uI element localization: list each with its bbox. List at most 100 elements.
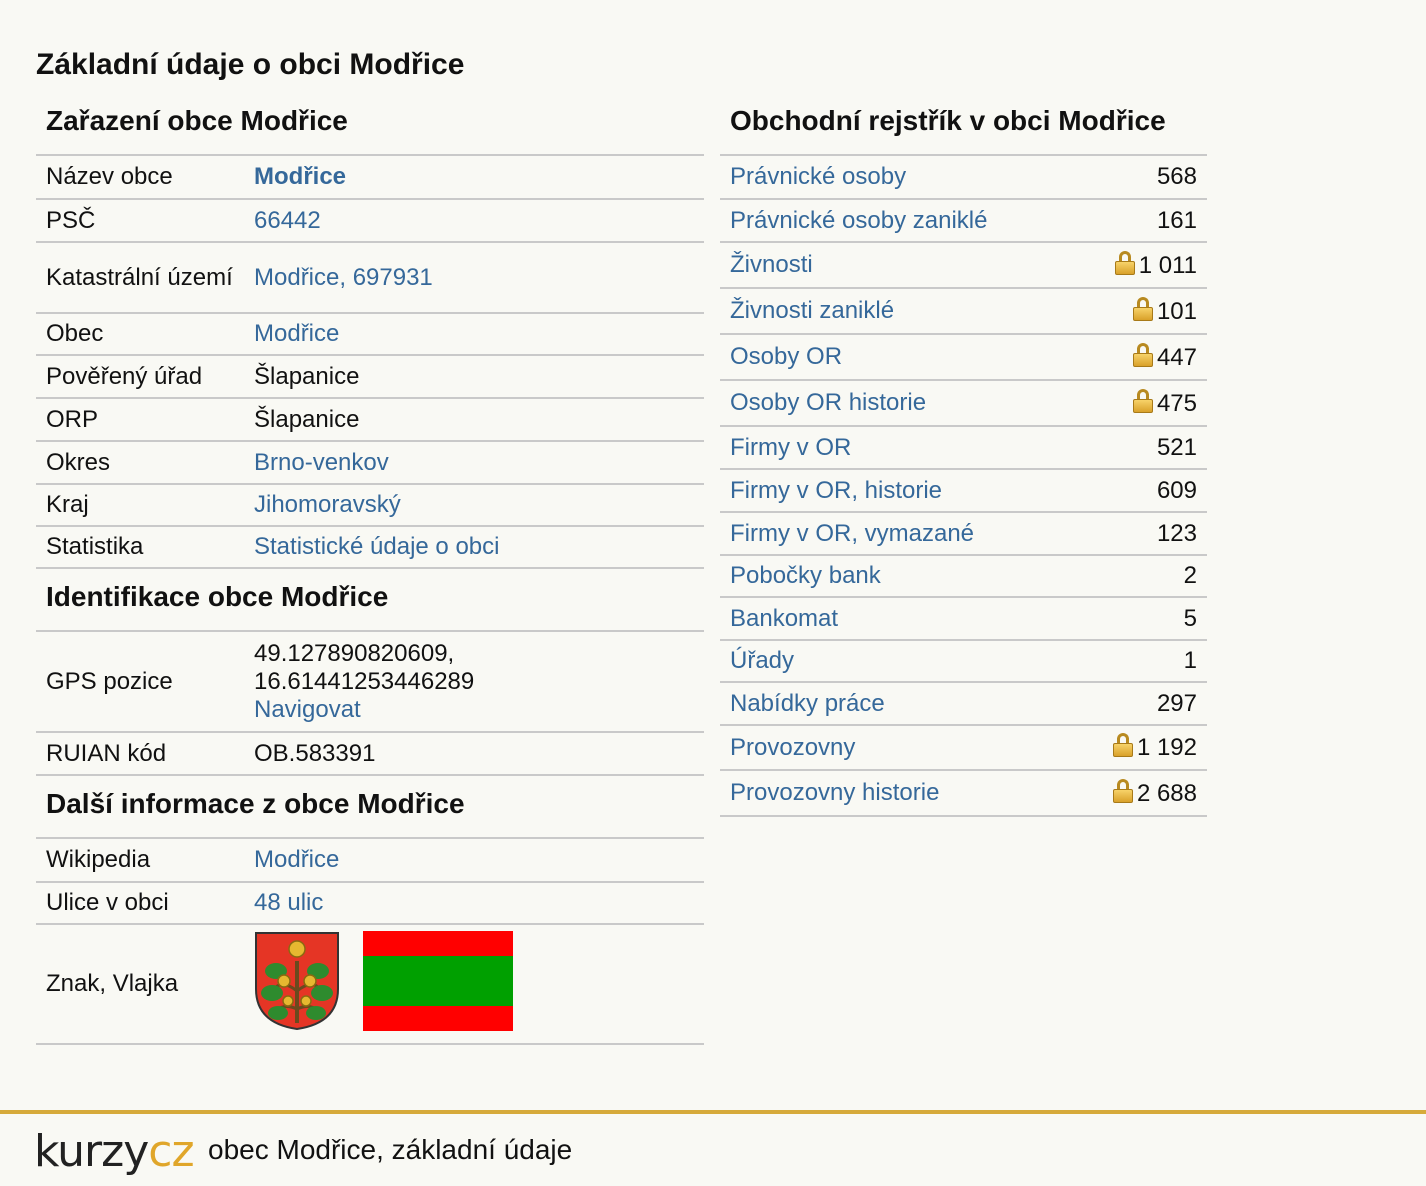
table-row: Pověřený úřad Šlapanice bbox=[36, 355, 704, 399]
page-title: Základní údaje o obci Modřice bbox=[36, 48, 465, 81]
flag-icon[interactable] bbox=[362, 930, 513, 1038]
register-link[interactable]: Bankomat bbox=[730, 605, 838, 632]
register-link[interactable]: Provozovny bbox=[730, 734, 855, 761]
row-label: Ulice v obci bbox=[36, 882, 244, 925]
register-link[interactable]: Živnosti zaniklé bbox=[730, 297, 894, 324]
footer-caption: obec Modřice, základní údaje bbox=[208, 1134, 573, 1165]
row-label: Okres bbox=[36, 441, 244, 485]
register-count: 5 bbox=[1183, 604, 1197, 632]
table-row: Živnosti 1 011 bbox=[720, 242, 1207, 289]
table-row: Právnické osoby zaniklé 161 bbox=[720, 199, 1207, 243]
lock-icon bbox=[1112, 778, 1133, 803]
table-row: Osoby OR historie 475 bbox=[720, 380, 1207, 427]
register-count: 297 bbox=[1156, 689, 1197, 717]
section-title-zarazeni: Zařazení obce Modřice bbox=[36, 100, 704, 156]
register-count: 447 bbox=[1156, 343, 1197, 371]
region-link[interactable]: Jihomoravský bbox=[254, 491, 401, 518]
table-row: Název obce Modřice bbox=[36, 156, 704, 200]
register-link[interactable]: Osoby OR historie bbox=[730, 389, 926, 416]
table-row: ORP Šlapanice bbox=[36, 398, 704, 442]
table-row: Kraj Jihomoravský bbox=[36, 484, 704, 527]
cadastral-area-link[interactable]: Modřice, 697931 bbox=[254, 264, 433, 291]
table-row: Ulice v obci 48 ulic bbox=[36, 882, 704, 925]
wikipedia-link[interactable]: Modřice bbox=[254, 846, 339, 873]
table-row: Provozovny 1 192 bbox=[720, 725, 1207, 771]
table-row: Firmy v OR, historie 609 bbox=[720, 469, 1207, 513]
register-link[interactable]: Právnické osoby zaniklé bbox=[730, 207, 987, 234]
row-label: Katastrální území bbox=[36, 242, 244, 314]
gps-coordinates: 49.127890820609, 16.61441253446289 bbox=[254, 639, 475, 695]
register-link[interactable]: Úřady bbox=[730, 647, 794, 674]
table-row: Živnosti zaniklé 101 bbox=[720, 288, 1207, 335]
register-count: 1 011 bbox=[1138, 251, 1197, 279]
table-row: Obec Modřice bbox=[36, 313, 704, 356]
register-link[interactable]: Firmy v OR, vymazané bbox=[730, 520, 974, 547]
row-label: Statistika bbox=[36, 526, 244, 569]
identifikace-table: GPS pozice 49.127890820609, 16.614412534… bbox=[36, 632, 704, 776]
row-label: PSČ bbox=[36, 199, 244, 243]
municipality-link[interactable]: Modřice bbox=[254, 320, 339, 347]
register-count: 609 bbox=[1156, 476, 1197, 504]
register-link[interactable]: Živnosti bbox=[730, 251, 813, 278]
row-label: RUIAN kód bbox=[36, 732, 244, 776]
district-link[interactable]: Brno-venkov bbox=[254, 449, 389, 476]
orp-value: Šlapanice bbox=[244, 398, 704, 442]
streets-link[interactable]: 48 ulic bbox=[254, 889, 323, 916]
table-row: Firmy v OR 521 bbox=[720, 426, 1207, 470]
kurzy-logo[interactable]: kurzycz bbox=[34, 1126, 195, 1177]
footer: kurzycz obec Modřice, základní údaje bbox=[0, 1110, 1426, 1186]
register-link[interactable]: Firmy v OR, historie bbox=[730, 477, 942, 504]
zarazeni-table: Název obce Modřice PSČ 66442 Katastrální… bbox=[36, 156, 704, 569]
table-row: Firmy v OR, vymazané 123 bbox=[720, 512, 1207, 556]
row-label: Pověřený úřad bbox=[36, 355, 244, 399]
business-register-column: Obchodní rejstřík v obci Modřice Právnic… bbox=[720, 100, 1207, 817]
register-count: 123 bbox=[1156, 519, 1197, 547]
section-title-rejstrik: Obchodní rejstřík v obci Modřice bbox=[720, 100, 1207, 156]
lock-icon bbox=[1132, 296, 1153, 321]
register-count: 568 bbox=[1156, 163, 1197, 190]
dalsi-table: Wikipedia Modřice Ulice v obci 48 ulic Z… bbox=[36, 839, 704, 1045]
register-count: 161 bbox=[1156, 206, 1197, 234]
psc-link[interactable]: 66442 bbox=[254, 207, 321, 234]
lock-icon bbox=[1114, 250, 1135, 275]
register-count: 521 bbox=[1156, 433, 1197, 461]
register-link[interactable]: Firmy v OR bbox=[730, 434, 851, 461]
register-count: 1 192 bbox=[1136, 734, 1197, 761]
register-count: 2 bbox=[1183, 562, 1197, 589]
register-link[interactable]: Nabídky práce bbox=[730, 690, 885, 717]
row-label: Název obce bbox=[36, 156, 244, 200]
table-row: Znak, Vlajka bbox=[36, 924, 704, 1045]
table-row: Pobočky bank 2 bbox=[720, 555, 1207, 598]
row-label: Kraj bbox=[36, 484, 244, 527]
statistics-link[interactable]: Statistické údaje o obci bbox=[254, 533, 499, 560]
section-title-dalsi: Další informace z obce Modřice bbox=[36, 776, 704, 839]
table-row: PSČ 66442 bbox=[36, 199, 704, 243]
municipality-info-column: Zařazení obce Modřice Název obce Modřice… bbox=[36, 100, 704, 1045]
table-row: Katastrální území Modřice, 697931 bbox=[36, 242, 704, 314]
table-row: Statistika Statistické údaje o obci bbox=[36, 526, 704, 569]
table-row: Právnické osoby 568 bbox=[720, 156, 1207, 200]
navigate-link[interactable]: Navigovat bbox=[254, 696, 361, 723]
table-row: Bankomat 5 bbox=[720, 597, 1207, 641]
table-row: RUIAN kód OB.583391 bbox=[36, 732, 704, 776]
register-link[interactable]: Pobočky bank bbox=[730, 562, 881, 589]
register-link[interactable]: Provozovny historie bbox=[730, 779, 939, 806]
table-row: Provozovny historie 2 688 bbox=[720, 770, 1207, 817]
row-label: Znak, Vlajka bbox=[36, 924, 244, 1045]
table-row: Úřady 1 bbox=[720, 640, 1207, 683]
row-label: GPS pozice bbox=[36, 632, 244, 733]
rejstrik-table: Právnické osoby 568 Právnické osoby zanikl… bbox=[720, 156, 1207, 817]
register-link[interactable]: Osoby OR bbox=[730, 343, 842, 370]
row-label: ORP bbox=[36, 398, 244, 442]
coat-of-arms-icon[interactable] bbox=[254, 931, 340, 1038]
register-count: 101 bbox=[1156, 297, 1197, 325]
authorized-office-value: Šlapanice bbox=[244, 355, 704, 399]
register-count: 2 688 bbox=[1136, 779, 1197, 807]
table-row: GPS pozice 49.127890820609, 16.614412534… bbox=[36, 632, 704, 733]
lock-icon bbox=[1112, 733, 1133, 757]
register-count: 1 bbox=[1183, 647, 1197, 674]
lock-icon bbox=[1132, 388, 1153, 413]
register-link[interactable]: Právnické osoby bbox=[730, 163, 906, 190]
row-label: Obec bbox=[36, 313, 244, 356]
municipality-name-link[interactable]: Modřice bbox=[254, 163, 346, 190]
